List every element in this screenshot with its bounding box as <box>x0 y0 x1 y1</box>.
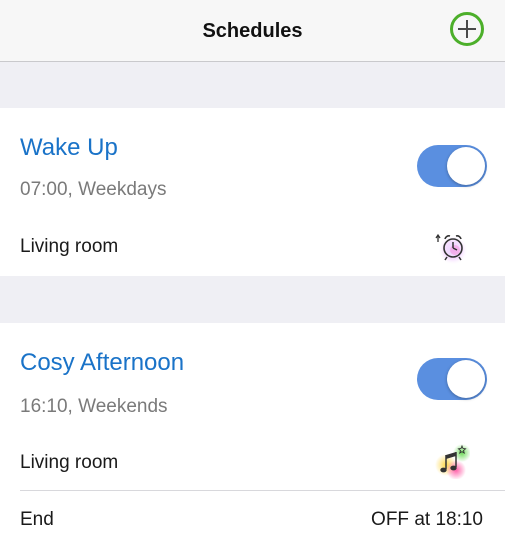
alarm-clock-icon <box>435 233 468 264</box>
plus-icon <box>458 20 476 38</box>
schedule-toggle[interactable] <box>417 358 487 400</box>
schedule-time: 16:10, Weekends <box>20 396 168 417</box>
page-title: Schedules <box>202 20 303 42</box>
room-label: Living room <box>20 452 119 473</box>
navigation-bar: Schedules <box>0 0 505 62</box>
schedule-card[interactable]: Cosy Afternoon 16:10, Weekends Living ro… <box>0 323 505 545</box>
toggle-knob <box>447 147 485 185</box>
room-label: Living room <box>20 236 119 257</box>
end-label: End <box>20 509 54 530</box>
schedule-toggle[interactable] <box>417 145 487 187</box>
schedule-name[interactable]: Cosy Afternoon <box>20 349 184 377</box>
toggle-knob <box>447 360 485 398</box>
end-value[interactable]: OFF at 18:10 <box>371 509 483 531</box>
schedule-name[interactable]: Wake Up <box>20 134 118 162</box>
schedule-time: 07:00, Weekdays <box>20 179 167 200</box>
divider <box>20 490 505 491</box>
music-notes-icon <box>435 444 470 479</box>
schedule-card[interactable]: Wake Up 07:00, Weekdays Living room <box>0 108 505 276</box>
add-schedule-button[interactable] <box>450 12 484 46</box>
